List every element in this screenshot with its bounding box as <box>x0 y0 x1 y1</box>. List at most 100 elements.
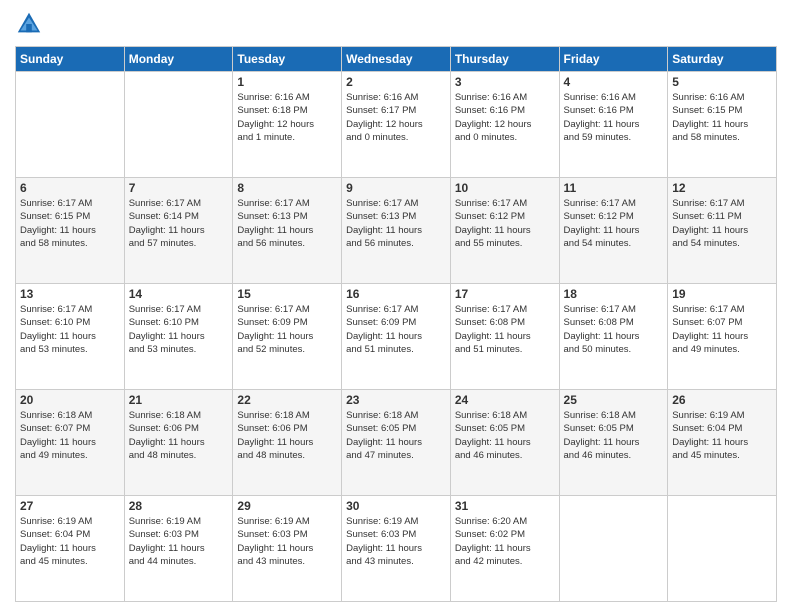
day-number: 1 <box>237 75 337 89</box>
day-info: Sunrise: 6:19 AM Sunset: 6:03 PM Dayligh… <box>129 515 229 568</box>
day-info: Sunrise: 6:16 AM Sunset: 6:18 PM Dayligh… <box>237 91 337 144</box>
day-number: 3 <box>455 75 555 89</box>
logo-icon <box>15 10 43 38</box>
logo <box>15 10 47 38</box>
day-cell: 9 Sunrise: 6:17 AM Sunset: 6:13 PM Daylig… <box>342 178 451 284</box>
day-number: 6 <box>20 181 120 195</box>
day-header-sunday: Sunday <box>16 47 125 72</box>
day-info: Sunrise: 6:18 AM Sunset: 6:06 PM Dayligh… <box>129 409 229 462</box>
day-number: 10 <box>455 181 555 195</box>
day-info: Sunrise: 6:16 AM Sunset: 6:16 PM Dayligh… <box>564 91 664 144</box>
day-cell: 10Sunrise: 6:17 AM Sunset: 6:12 PM Dayli… <box>450 178 559 284</box>
day-cell: 21 Sunrise: 6:18 AM Sunset: 6:06 PM Dayli… <box>124 390 233 496</box>
day-info: Sunrise: 6:16 AM Sunset: 6:17 PM Dayligh… <box>346 91 446 144</box>
days-header-row: SundayMondayTuesdayWednesdayThursdayFrid… <box>16 47 777 72</box>
day-cell: 18Sunrise: 6:17 AM Sunset: 6:08 PM Dayli… <box>559 284 668 390</box>
day-info: Sunrise: 6:18 AM Sunset: 6:05 PM Dayligh… <box>346 409 446 462</box>
day-cell: 31Sunrise: 6:20 AM Sunset: 6:02 PM Dayli… <box>450 496 559 602</box>
day-header-saturday: Saturday <box>668 47 777 72</box>
day-cell: 13 Sunrise: 6:17 AM Sunset: 6:10 PM Dayli… <box>16 284 125 390</box>
day-cell: 17 Sunrise: 6:17 AM Sunset: 6:08 PM Dayli… <box>450 284 559 390</box>
day-cell: 23 Sunrise: 6:18 AM Sunset: 6:05 PM Dayli… <box>342 390 451 496</box>
day-cell: 22Sunrise: 6:18 AM Sunset: 6:06 PM Dayli… <box>233 390 342 496</box>
calendar-page: SundayMondayTuesdayWednesdayThursdayFrid… <box>0 0 792 612</box>
day-cell: 30 Sunrise: 6:19 AM Sunset: 6:03 PM Dayli… <box>342 496 451 602</box>
day-number: 15 <box>237 287 337 301</box>
week-row-5: 27 Sunrise: 6:19 AM Sunset: 6:04 PM Dayli… <box>16 496 777 602</box>
day-info: Sunrise: 6:19 AM Sunset: 6:04 PM Dayligh… <box>20 515 120 568</box>
day-info: Sunrise: 6:17 AM Sunset: 6:09 PM Dayligh… <box>237 303 337 356</box>
header <box>15 10 777 38</box>
day-number: 11 <box>564 181 664 195</box>
day-cell: 29Sunrise: 6:19 AM Sunset: 6:03 PM Dayli… <box>233 496 342 602</box>
day-cell: 7 Sunrise: 6:17 AM Sunset: 6:14 PM Daylig… <box>124 178 233 284</box>
day-cell: 3 Sunrise: 6:16 AM Sunset: 6:16 PM Daylig… <box>450 72 559 178</box>
day-info: Sunrise: 6:17 AM Sunset: 6:11 PM Dayligh… <box>672 197 772 250</box>
day-cell: 8 Sunrise: 6:17 AM Sunset: 6:13 PM Daylig… <box>233 178 342 284</box>
day-header-thursday: Thursday <box>450 47 559 72</box>
day-cell <box>124 72 233 178</box>
day-info: Sunrise: 6:17 AM Sunset: 6:15 PM Dayligh… <box>20 197 120 250</box>
day-number: 4 <box>564 75 664 89</box>
day-cell: 11 Sunrise: 6:17 AM Sunset: 6:12 PM Dayli… <box>559 178 668 284</box>
day-cell: 20 Sunrise: 6:18 AM Sunset: 6:07 PM Dayli… <box>16 390 125 496</box>
day-number: 19 <box>672 287 772 301</box>
week-row-3: 13 Sunrise: 6:17 AM Sunset: 6:10 PM Dayli… <box>16 284 777 390</box>
day-info: Sunrise: 6:18 AM Sunset: 6:05 PM Dayligh… <box>455 409 555 462</box>
day-number: 20 <box>20 393 120 407</box>
day-cell: 26 Sunrise: 6:19 AM Sunset: 6:04 PM Dayli… <box>668 390 777 496</box>
day-header-tuesday: Tuesday <box>233 47 342 72</box>
day-number: 25 <box>564 393 664 407</box>
day-cell: 25Sunrise: 6:18 AM Sunset: 6:05 PM Dayli… <box>559 390 668 496</box>
day-cell: 6 Sunrise: 6:17 AM Sunset: 6:15 PM Daylig… <box>16 178 125 284</box>
day-number: 21 <box>129 393 229 407</box>
day-header-monday: Monday <box>124 47 233 72</box>
day-number: 18 <box>564 287 664 301</box>
day-number: 23 <box>346 393 446 407</box>
day-number: 30 <box>346 499 446 513</box>
day-header-wednesday: Wednesday <box>342 47 451 72</box>
day-number: 27 <box>20 499 120 513</box>
day-info: Sunrise: 6:19 AM Sunset: 6:03 PM Dayligh… <box>346 515 446 568</box>
week-row-2: 6 Sunrise: 6:17 AM Sunset: 6:15 PM Daylig… <box>16 178 777 284</box>
day-number: 8 <box>237 181 337 195</box>
week-row-1: 1 Sunrise: 6:16 AM Sunset: 6:18 PM Daylig… <box>16 72 777 178</box>
day-cell: 24 Sunrise: 6:18 AM Sunset: 6:05 PM Dayli… <box>450 390 559 496</box>
day-number: 7 <box>129 181 229 195</box>
day-number: 13 <box>20 287 120 301</box>
day-number: 9 <box>346 181 446 195</box>
day-info: Sunrise: 6:16 AM Sunset: 6:15 PM Dayligh… <box>672 91 772 144</box>
day-cell: 19 Sunrise: 6:17 AM Sunset: 6:07 PM Dayli… <box>668 284 777 390</box>
day-info: Sunrise: 6:19 AM Sunset: 6:04 PM Dayligh… <box>672 409 772 462</box>
day-cell: 16 Sunrise: 6:17 AM Sunset: 6:09 PM Dayli… <box>342 284 451 390</box>
day-info: Sunrise: 6:17 AM Sunset: 6:07 PM Dayligh… <box>672 303 772 356</box>
day-number: 16 <box>346 287 446 301</box>
day-cell: 2 Sunrise: 6:16 AM Sunset: 6:17 PM Daylig… <box>342 72 451 178</box>
day-cell: 12Sunrise: 6:17 AM Sunset: 6:11 PM Dayli… <box>668 178 777 284</box>
day-info: Sunrise: 6:17 AM Sunset: 6:14 PM Dayligh… <box>129 197 229 250</box>
day-info: Sunrise: 6:16 AM Sunset: 6:16 PM Dayligh… <box>455 91 555 144</box>
day-info: Sunrise: 6:17 AM Sunset: 6:13 PM Dayligh… <box>346 197 446 250</box>
day-header-friday: Friday <box>559 47 668 72</box>
day-number: 26 <box>672 393 772 407</box>
day-info: Sunrise: 6:17 AM Sunset: 6:10 PM Dayligh… <box>20 303 120 356</box>
day-cell <box>559 496 668 602</box>
day-number: 14 <box>129 287 229 301</box>
day-info: Sunrise: 6:18 AM Sunset: 6:06 PM Dayligh… <box>237 409 337 462</box>
week-row-4: 20 Sunrise: 6:18 AM Sunset: 6:07 PM Dayli… <box>16 390 777 496</box>
day-info: Sunrise: 6:17 AM Sunset: 6:13 PM Dayligh… <box>237 197 337 250</box>
day-cell: 14 Sunrise: 6:17 AM Sunset: 6:10 PM Dayli… <box>124 284 233 390</box>
day-number: 24 <box>455 393 555 407</box>
day-number: 2 <box>346 75 446 89</box>
day-info: Sunrise: 6:17 AM Sunset: 6:08 PM Dayligh… <box>455 303 555 356</box>
day-cell <box>668 496 777 602</box>
day-info: Sunrise: 6:18 AM Sunset: 6:07 PM Dayligh… <box>20 409 120 462</box>
day-number: 17 <box>455 287 555 301</box>
day-number: 5 <box>672 75 772 89</box>
day-cell: 28Sunrise: 6:19 AM Sunset: 6:03 PM Dayli… <box>124 496 233 602</box>
day-cell: 27 Sunrise: 6:19 AM Sunset: 6:04 PM Dayli… <box>16 496 125 602</box>
day-info: Sunrise: 6:17 AM Sunset: 6:10 PM Dayligh… <box>129 303 229 356</box>
day-info: Sunrise: 6:17 AM Sunset: 6:09 PM Dayligh… <box>346 303 446 356</box>
day-info: Sunrise: 6:20 AM Sunset: 6:02 PM Dayligh… <box>455 515 555 568</box>
day-info: Sunrise: 6:17 AM Sunset: 6:12 PM Dayligh… <box>564 197 664 250</box>
